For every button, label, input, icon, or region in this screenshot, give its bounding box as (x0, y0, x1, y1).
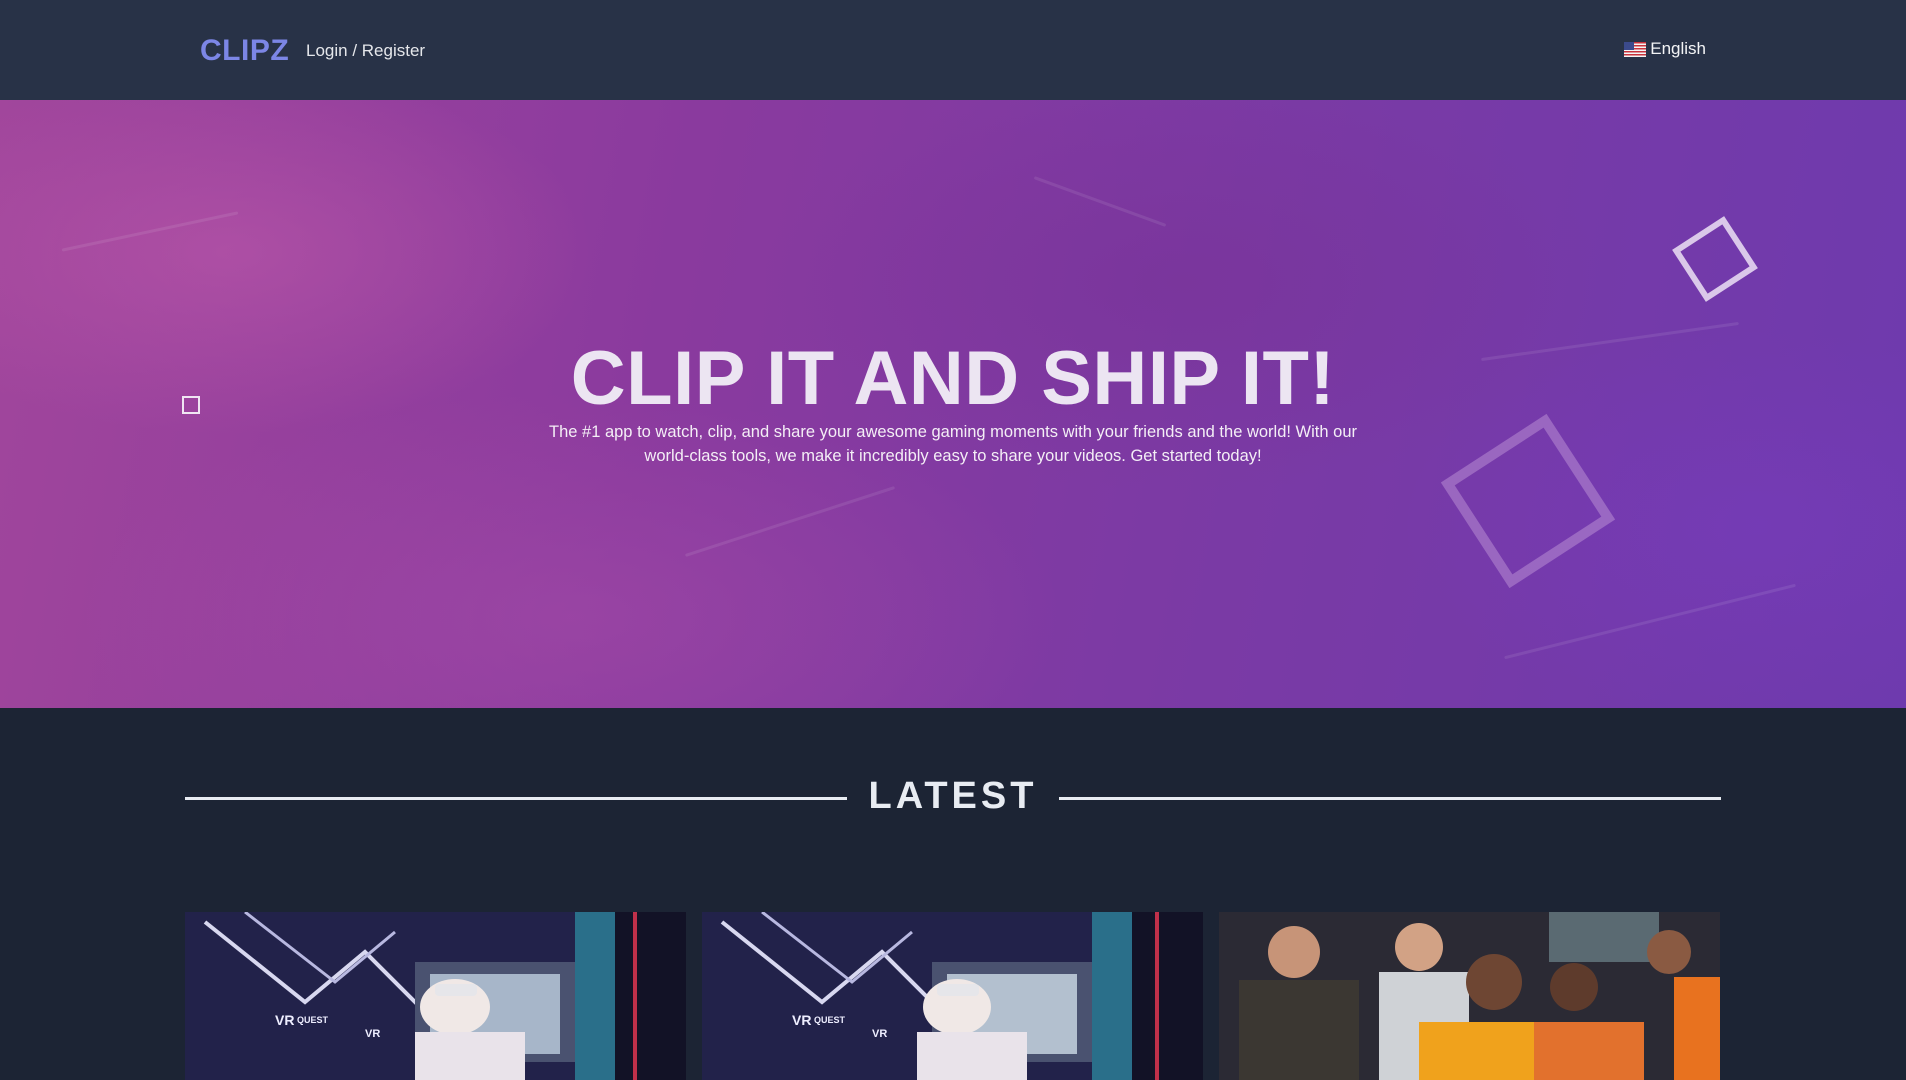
hero-title: CLIP IT AND SHIP IT! (570, 336, 1336, 421)
clip-thumbnail: VR QUEST VR (185, 912, 686, 1080)
thumb-text: VR (275, 1012, 295, 1028)
clip-card[interactable]: VR QUEST VR (702, 912, 1203, 1080)
top-nav: CLIPZ Login / Register English (0, 0, 1906, 100)
language-label: English (1650, 39, 1706, 58)
hero-description: The #1 app to watch, clip, and share you… (549, 423, 1357, 465)
section-divider-left (185, 797, 847, 800)
latest-heading: LATEST (868, 775, 1038, 817)
thumb-text: VR (365, 1028, 381, 1040)
clip-thumbnail: VR QUEST VR (702, 912, 1203, 1080)
hero-streak (61, 211, 239, 252)
thumb-text: QUEST (297, 1015, 329, 1025)
brand-logo[interactable]: CLIPZ (200, 34, 289, 68)
decor-diamond-large (1440, 413, 1616, 589)
section-divider-right (1059, 797, 1721, 800)
decor-diamond-top-right (1672, 216, 1758, 302)
hero-streak (684, 486, 896, 557)
clip-thumbnail (1219, 912, 1720, 1080)
thumb-text: VR (792, 1012, 812, 1028)
hero-streak (1504, 583, 1796, 660)
us-flag-icon (1624, 41, 1647, 57)
thumb-text: QUEST (814, 1015, 846, 1025)
clip-card[interactable] (1219, 912, 1720, 1080)
hero-streak (1033, 176, 1167, 227)
thumb-text: VR (872, 1028, 888, 1040)
language-selector[interactable]: English (1624, 39, 1706, 59)
clip-card[interactable]: VR QUEST VR (185, 912, 686, 1080)
hero-banner: CLIP IT AND SHIP IT! The #1 app to watch… (0, 100, 1906, 708)
login-register-link[interactable]: Login / Register (306, 41, 425, 61)
